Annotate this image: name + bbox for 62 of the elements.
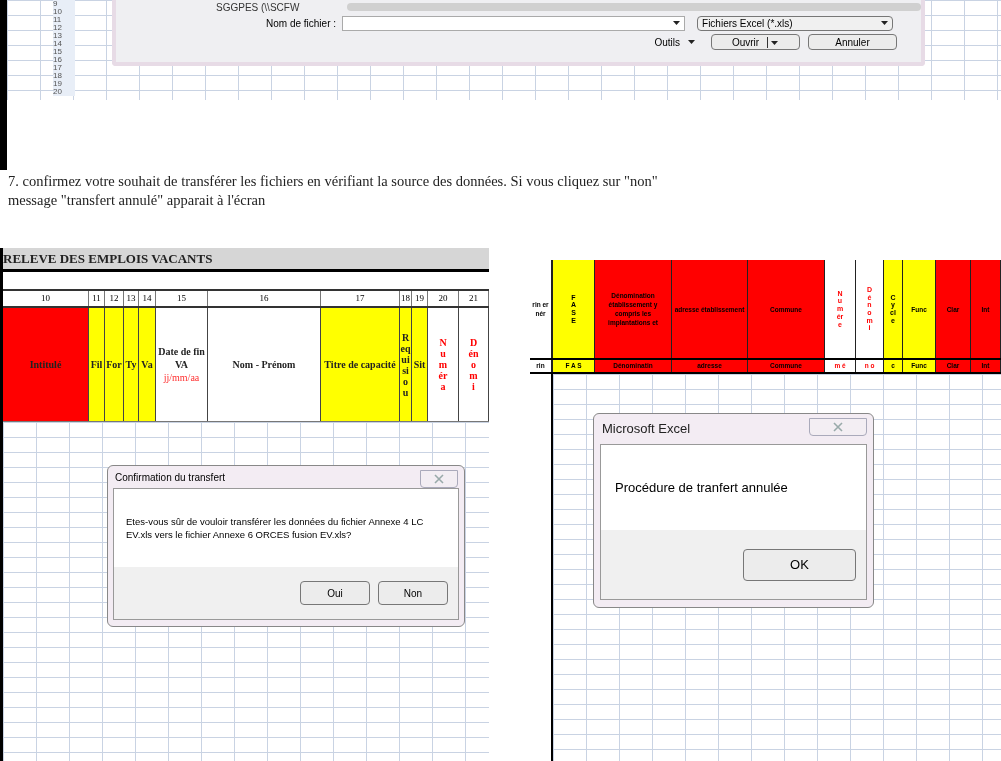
row-number: 19 — [53, 80, 63, 88]
column-number: 11 — [89, 291, 105, 306]
row-number: 15 — [53, 48, 63, 56]
cancel-button[interactable]: Annuler — [808, 34, 897, 50]
header-text: Requisiou — [400, 331, 411, 398]
caret-icon — [881, 21, 889, 25]
dialog-button[interactable]: Non — [378, 581, 448, 605]
close-button[interactable] — [420, 470, 458, 488]
close-icon — [434, 474, 444, 484]
tools-menu[interactable]: Outils — [654, 34, 680, 50]
column-number: 12 — [105, 291, 124, 306]
column-number: 16 — [208, 291, 321, 306]
column-number: 18 — [400, 291, 412, 306]
file-name-label: Nom de fichier : — [266, 16, 337, 31]
caret-icon — [688, 40, 695, 44]
header-text: Fil — [90, 358, 103, 371]
row-number: 17 — [53, 64, 63, 72]
caret-icon — [673, 21, 681, 25]
row-number: 12 — [53, 24, 63, 32]
row-number: 16 — [53, 56, 63, 64]
dialog-message: Procédure de tranfert annulée — [615, 478, 788, 497]
row-number: 11 — [53, 16, 63, 24]
dialog-button[interactable]: Oui — [300, 581, 370, 605]
file-name-field[interactable] — [342, 15, 686, 31]
column-number: 20 — [428, 291, 459, 306]
date-format-text: jj/mm/aa — [163, 371, 200, 384]
header-text: For — [106, 358, 122, 371]
sheet-title: RELEVE DES EMPLOIS VACANTS — [3, 249, 213, 268]
ok-button[interactable]: OK — [743, 548, 856, 581]
close-icon — [833, 422, 843, 432]
header-text: Dénomi — [468, 337, 479, 392]
header-text: Nom - Prénom — [232, 358, 296, 371]
scrollbar[interactable] — [347, 3, 921, 11]
header-text: Ty — [125, 358, 137, 371]
column-number: 14 — [139, 291, 156, 306]
file-type-dropdown[interactable]: Fichiers Excel (*.xls) — [697, 15, 894, 31]
row-number: 18 — [53, 72, 63, 80]
row-number: 14 — [53, 40, 63, 48]
close-button[interactable] — [809, 418, 867, 436]
header-text: Va — [141, 358, 153, 371]
tree-item[interactable]: SGGPES (\\SCFW — [216, 1, 300, 13]
dialog-title: Microsoft Excel — [601, 420, 691, 439]
header-text: Sit — [413, 358, 426, 371]
row-number: 20 — [53, 88, 63, 96]
column-number: 19 — [412, 291, 428, 306]
dialog-message: Etes-vous sûr de vouloir transférer les données du fichier Annexe 4 LC EV.xls vers le fichier Annexe 6 ORCES fusion EV.xls? — [126, 515, 425, 541]
column-number: 10 — [3, 291, 89, 306]
column-number: 13 — [124, 291, 139, 306]
header-text: Titre de capacité — [324, 358, 396, 371]
header-text: Date de fin VA — [157, 345, 206, 371]
row-number: 10 — [53, 8, 63, 16]
column-number: 21 — [459, 291, 489, 306]
header-text: Numéra — [438, 337, 448, 392]
open-button[interactable]: Ouvrir — [711, 34, 800, 50]
instruction-text: message "transfert annulé" apparait à l'écran — [8, 191, 267, 210]
dialog-title: Confirmation du transfert — [114, 470, 226, 485]
header-text: Intitulé — [29, 358, 62, 371]
instruction-text: 7. confirmez votre souhait de transférer les fichiers en vérifiant la source des données. Si vous cliquez sur "non" — [8, 172, 658, 191]
column-number: 17 — [321, 291, 400, 306]
column-number: 15 — [156, 291, 208, 306]
row-number: 13 — [53, 32, 63, 40]
row-number: 9 — [53, 0, 59, 8]
